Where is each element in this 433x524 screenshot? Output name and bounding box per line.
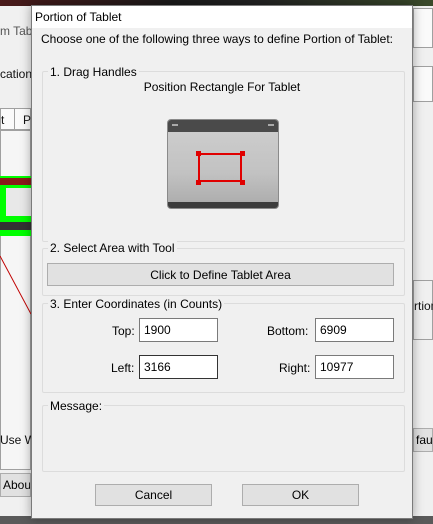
ok-button[interactable]: OK: [242, 484, 359, 506]
background-about-button[interactable]: About: [0, 473, 31, 497]
background-right-fragment: rtion: [414, 299, 433, 313]
background-menu-fragment: cation: [0, 67, 33, 81]
bottom-left-handle[interactable]: [196, 180, 201, 185]
dialog-titlebar[interactable]: Portion of Tablet: [32, 6, 412, 28]
top-right-handle[interactable]: [240, 151, 245, 156]
right-label: Right:: [279, 361, 311, 375]
select-area-group-title: 2. Select Area with Tool: [48, 241, 177, 255]
background-right-field: [413, 8, 433, 48]
right-input[interactable]: [315, 355, 394, 379]
background-right-group: rtion: [413, 280, 433, 340]
dialog-title: Portion of Tablet: [35, 10, 122, 24]
left-label: Left:: [111, 361, 135, 375]
cancel-button[interactable]: Cancel: [95, 484, 212, 506]
background-title-fragment: m Tab: [0, 24, 33, 38]
background-default-button[interactable]: faul: [413, 428, 433, 452]
background-green-area: [0, 176, 31, 236]
background-red-lines: [0, 255, 31, 315]
tablet-top-bar: [168, 120, 278, 132]
top-left-handle[interactable]: [196, 151, 201, 156]
top-input[interactable]: [139, 318, 218, 342]
tablet-bottom-bar: [168, 202, 278, 208]
define-tablet-area-button[interactable]: Click to Define Tablet Area: [47, 263, 394, 286]
background-right-field-2: [413, 66, 433, 102]
coordinates-group: [42, 303, 405, 393]
left-input[interactable]: [139, 355, 218, 379]
dialog-instruction: Choose one of the following three ways t…: [41, 32, 394, 46]
bottom-input[interactable]: [315, 318, 394, 342]
tablet-area-rectangle[interactable]: [198, 153, 242, 182]
message-group-title: Message:: [48, 399, 105, 413]
background-tab-2[interactable]: P: [14, 108, 31, 130]
background-tab-2-label: P: [23, 113, 32, 127]
portion-of-tablet-dialog: Portion of Tablet Choose one of the foll…: [31, 5, 413, 519]
tablet-preview[interactable]: [167, 119, 279, 209]
top-label: Top:: [112, 324, 135, 338]
drag-handles-group-title: 1. Drag Handles: [48, 65, 139, 79]
bottom-label: Bottom:: [267, 324, 309, 338]
drag-handles-caption: Position Rectangle For Tablet: [143, 80, 301, 94]
coordinates-group-title: 3. Enter Coordinates (in Counts): [48, 297, 225, 311]
background-tab-label: t: [1, 113, 5, 127]
bottom-right-handle[interactable]: [240, 180, 245, 185]
message-group: [42, 405, 405, 472]
